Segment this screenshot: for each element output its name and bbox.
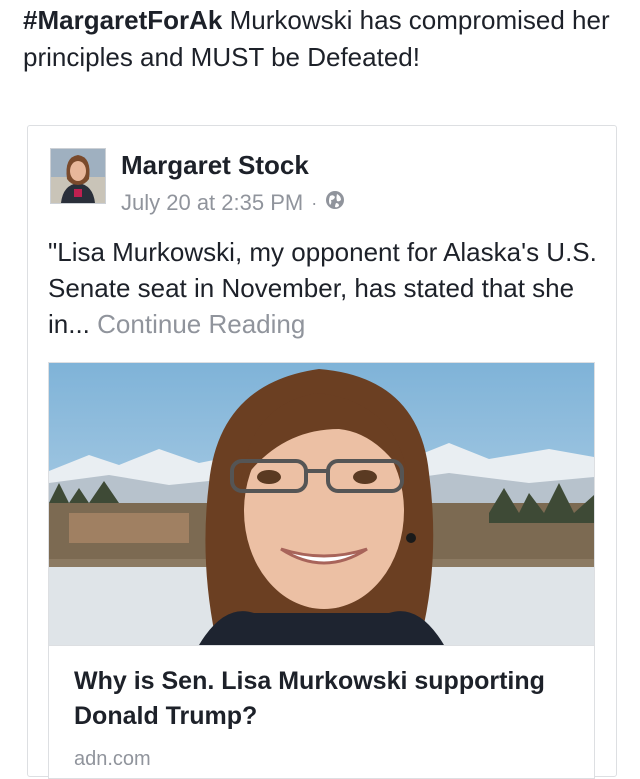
author-avatar[interactable] [50, 148, 106, 204]
post-text: #MargaretForAk Murkowski has compromised… [23, 2, 623, 76]
post-timestamp[interactable]: July 20 at 2:35 PM [121, 190, 303, 216]
link-preview[interactable]: Why is Sen. Lisa Murkowski supporting Do… [48, 362, 595, 779]
link-preview-info[interactable]: Why is Sen. Lisa Murkowski supporting Do… [49, 645, 594, 778]
post-meta: July 20 at 2:35 PM · [121, 190, 345, 216]
article-photo[interactable] [49, 363, 594, 645]
hashtag-link[interactable]: #MargaretForAk [23, 5, 222, 35]
article-title[interactable]: Why is Sen. Lisa Murkowski supporting Do… [74, 664, 574, 734]
author-name[interactable]: Margaret Stock [121, 150, 309, 181]
article-domain: adn.com [74, 748, 151, 770]
meta-separator: · [311, 192, 318, 213]
globe-icon[interactable] [325, 190, 345, 216]
shared-post-card: Margaret Stock July 20 at 2:35 PM · "Lis… [27, 125, 617, 779]
continue-reading-link[interactable]: Continue Reading [97, 309, 305, 339]
shared-post-text: "Lisa Murkowski, my opponent for Alaska'… [48, 234, 608, 342]
